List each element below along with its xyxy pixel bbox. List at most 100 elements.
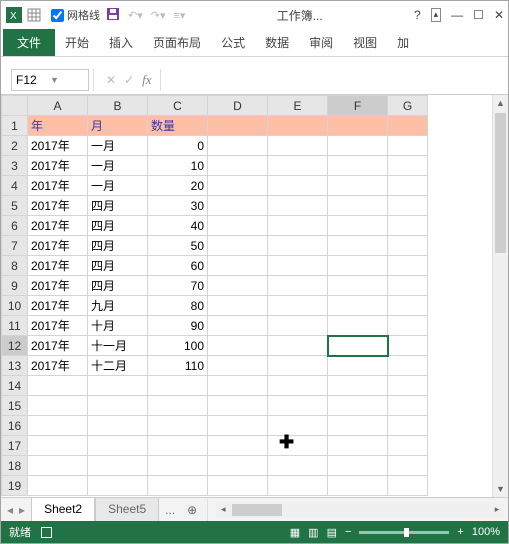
cell[interactable]: 10	[148, 156, 208, 176]
cancel-icon[interactable]: ✕	[106, 73, 116, 87]
cell[interactable]: 九月	[88, 296, 148, 316]
gridlines-check[interactable]	[51, 9, 64, 22]
cell[interactable]	[388, 136, 428, 156]
cell[interactable]	[268, 136, 328, 156]
undo-icon[interactable]: ↶▾	[128, 9, 143, 22]
maximize-icon[interactable]: ☐	[473, 8, 484, 22]
row-header-1[interactable]: 1	[2, 116, 28, 136]
cell[interactable]: 40	[148, 216, 208, 236]
cell[interactable]	[28, 456, 88, 476]
cell[interactable]: 20	[148, 176, 208, 196]
ribbon-display-icon[interactable]: ▴	[431, 8, 442, 22]
cell[interactable]	[268, 116, 328, 136]
cell[interactable]: 2017年	[28, 216, 88, 236]
scroll-track-h[interactable]	[230, 504, 490, 516]
row-header-12[interactable]: 12	[2, 336, 28, 356]
cell[interactable]	[388, 476, 428, 496]
enter-icon[interactable]: ✓	[124, 73, 134, 87]
cell[interactable]	[208, 276, 268, 296]
cell[interactable]: 2017年	[28, 256, 88, 276]
row-header-18[interactable]: 18	[2, 456, 28, 476]
cell[interactable]	[268, 376, 328, 396]
row-header-4[interactable]: 4	[2, 176, 28, 196]
cell[interactable]: 十二月	[88, 356, 148, 376]
cell[interactable]	[328, 116, 388, 136]
col-header-D[interactable]: D	[208, 96, 268, 116]
cell[interactable]: 2017年	[28, 276, 88, 296]
cell[interactable]: 2017年	[28, 296, 88, 316]
redo-icon[interactable]: ↷▾	[151, 9, 166, 22]
cell[interactable]	[208, 256, 268, 276]
cell[interactable]	[328, 296, 388, 316]
zoom-out-icon[interactable]: −	[345, 526, 351, 538]
scroll-down-icon[interactable]: ▼	[493, 481, 508, 497]
cell[interactable]: 30	[148, 196, 208, 216]
cell[interactable]	[328, 136, 388, 156]
cell[interactable]	[208, 316, 268, 336]
cell[interactable]	[28, 476, 88, 496]
tab-review[interactable]: 审阅	[299, 29, 343, 56]
cell[interactable]	[268, 476, 328, 496]
cell[interactable]	[268, 336, 328, 356]
cell[interactable]: 一月	[88, 156, 148, 176]
cell[interactable]	[388, 176, 428, 196]
view-layout-icon[interactable]: ▥	[308, 526, 318, 539]
tab-more[interactable]: 加	[387, 29, 419, 56]
cell[interactable]	[388, 156, 428, 176]
zoom-value[interactable]: 100%	[472, 526, 500, 538]
cell[interactable]: 四月	[88, 196, 148, 216]
cell[interactable]	[88, 416, 148, 436]
cell[interactable]: 2017年	[28, 156, 88, 176]
scrollbar-horizontal[interactable]: ◂ ▸	[216, 502, 504, 518]
cell[interactable]	[208, 456, 268, 476]
cell[interactable]	[328, 256, 388, 276]
view-break-icon[interactable]: ▤	[327, 526, 337, 539]
close-icon[interactable]: ✕	[494, 8, 504, 22]
cell[interactable]	[268, 276, 328, 296]
cell[interactable]	[148, 476, 208, 496]
cell[interactable]	[388, 276, 428, 296]
cell[interactable]	[88, 436, 148, 456]
row-header-16[interactable]: 16	[2, 416, 28, 436]
cell[interactable]	[268, 176, 328, 196]
cell[interactable]: 70	[148, 276, 208, 296]
cell[interactable]	[208, 196, 268, 216]
cell[interactable]: 0	[148, 136, 208, 156]
row-header-10[interactable]: 10	[2, 296, 28, 316]
scroll-thumb[interactable]	[495, 113, 506, 253]
cell[interactable]	[88, 456, 148, 476]
cell[interactable]	[328, 456, 388, 476]
row-header-19[interactable]: 19	[2, 476, 28, 496]
scroll-track[interactable]	[493, 111, 508, 481]
col-header-B[interactable]: B	[88, 96, 148, 116]
cell[interactable]	[268, 156, 328, 176]
minimize-icon[interactable]: —	[451, 8, 463, 22]
row-header-7[interactable]: 7	[2, 236, 28, 256]
cell[interactable]	[388, 296, 428, 316]
cell[interactable]	[388, 316, 428, 336]
row-header-11[interactable]: 11	[2, 316, 28, 336]
cell[interactable]: 数量	[148, 116, 208, 136]
cell[interactable]	[208, 416, 268, 436]
cell[interactable]	[28, 396, 88, 416]
grid[interactable]: ABCDEFG1年月数量22017年一月032017年一月1042017年一月2…	[1, 95, 492, 497]
cell[interactable]: 四月	[88, 216, 148, 236]
cell[interactable]	[388, 196, 428, 216]
cell[interactable]	[28, 376, 88, 396]
cell[interactable]	[388, 456, 428, 476]
cell[interactable]	[388, 356, 428, 376]
col-header-E[interactable]: E	[268, 96, 328, 116]
zoom-slider[interactable]	[359, 531, 449, 534]
cell[interactable]	[328, 316, 388, 336]
cell[interactable]: 110	[148, 356, 208, 376]
cell[interactable]	[268, 456, 328, 476]
row-header-6[interactable]: 6	[2, 216, 28, 236]
cell[interactable]	[328, 276, 388, 296]
cell[interactable]	[208, 396, 268, 416]
cell[interactable]	[148, 376, 208, 396]
fx-icon[interactable]: fx	[142, 72, 151, 88]
cell[interactable]	[328, 156, 388, 176]
cell[interactable]	[208, 136, 268, 156]
cell[interactable]	[88, 476, 148, 496]
cell[interactable]: 60	[148, 256, 208, 276]
